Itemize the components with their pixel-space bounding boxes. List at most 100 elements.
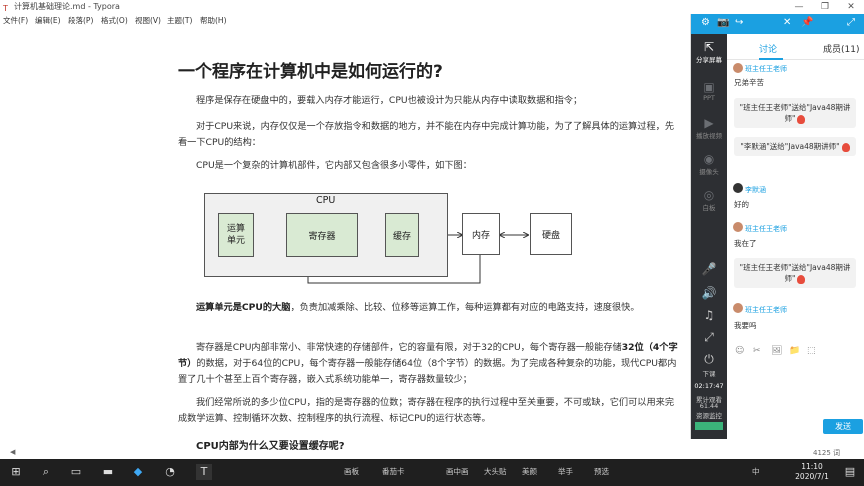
live-class-panel: ⚙ 📷 ↪ ✕ 📌 ⤢ ⇱ 分享屏幕 ▣ PPT ▶ 播放视频 ◉ 摄像头 ◎ … xyxy=(690,14,864,439)
folder-icon[interactable]: 📁 xyxy=(789,346,800,356)
stats-value: 61.44 xyxy=(699,402,719,410)
toolbar-tomato-card[interactable]: 番茄卡 xyxy=(382,466,405,477)
play-video-button[interactable]: ▶ 播放视频 xyxy=(691,116,727,140)
doc-paragraph-4: 运算单元是CPU的大脑，负责加减乘除、比较、位移等运算工作，每种运算都有对应的电… xyxy=(178,300,683,316)
close-button[interactable]: ✕ xyxy=(838,0,864,14)
word-count[interactable]: 4125 词 xyxy=(813,448,840,458)
fullscreen-icon[interactable]: ⤢ xyxy=(691,330,727,345)
menu-paragraph[interactable]: 段落(P) xyxy=(68,14,93,27)
clock-date: 2020/7/1 xyxy=(795,472,829,481)
exit-icon[interactable]: ↪ xyxy=(735,17,743,28)
resource-monitor-label[interactable]: 资源监控 xyxy=(691,410,727,420)
active-tab-indicator xyxy=(759,58,783,60)
alu-bold-text: 运算单元是CPU的大脑 xyxy=(196,302,291,313)
cache-box: 缓存 xyxy=(385,213,419,257)
input-language[interactable]: 中 xyxy=(752,466,760,477)
resource-meter xyxy=(695,422,723,430)
menu-file[interactable]: 文件(F) xyxy=(3,14,28,27)
whiteboard-button[interactable]: ◎ 白板 xyxy=(691,188,727,212)
taskbar: ⊞ ⌕ ▭ ▬ ◆ ◔ T 画板 番茄卡 画中画 大头贴 美颜 举手 预选 中 … xyxy=(0,459,864,486)
menu-view[interactable]: 视图(V) xyxy=(135,14,161,27)
send-button[interactable]: 发送 xyxy=(823,419,863,434)
ppt-button[interactable]: ▣ PPT xyxy=(691,80,727,102)
gift-notification: "李默涵"送给"Java48期讲师" xyxy=(734,137,856,156)
disk-box: 硬盘 xyxy=(530,213,572,255)
menu-help[interactable]: 帮助(H) xyxy=(200,14,227,27)
emoji-icon[interactable]: ☺ xyxy=(735,346,744,356)
music-icon[interactable]: ♫ xyxy=(691,308,727,322)
menu-edit[interactable]: 编辑(E) xyxy=(35,14,61,27)
speaker-icon[interactable]: 🔊 xyxy=(691,286,727,300)
share-screen-label: 分享屏幕 xyxy=(696,56,722,64)
avatar xyxy=(733,63,743,73)
toolbar-raise-hand[interactable]: 举手 xyxy=(558,466,573,477)
message-text: 我在了 xyxy=(734,239,757,248)
status-bar: ◀ 4125 词 xyxy=(0,447,864,459)
tab-discussion[interactable]: 讨论 xyxy=(759,42,777,55)
windows-start-icon[interactable]: ⊞ xyxy=(8,464,24,480)
document-area[interactable]: 一个程序在计算机中是如何运行的? 程序是保存在硬盘中的，要载入内存才能运行，CP… xyxy=(160,27,690,462)
avatar xyxy=(733,303,743,313)
doc-paragraph-1: 程序是保存在硬盘中的，要载入内存才能运行，CPU也被设计为只能从内存中读取数据和… xyxy=(196,95,583,106)
toolbar-preselect[interactable]: 预选 xyxy=(594,466,609,477)
clock-time: 11:10 xyxy=(801,462,823,471)
message-sender: 李默涵 xyxy=(745,186,766,194)
image-icon[interactable]: 🖼 xyxy=(771,346,782,356)
gift-text: "班主任王老师"送给"Java48期讲师" xyxy=(739,103,851,123)
camera-icon[interactable]: 📷 xyxy=(717,17,729,28)
expand-icon[interactable]: ⤢ xyxy=(847,17,855,28)
end-class-icon[interactable]: ⏻ xyxy=(691,352,727,367)
minimize-button[interactable]: — xyxy=(786,0,812,14)
share-screen-button[interactable]: ⇱ 分享屏幕 xyxy=(691,40,727,64)
doc-paragraph-2: 对于CPU来说，内存仅仅是一个存放指令和数据的地方，并不能在内存中完成计算功能，… xyxy=(178,121,675,148)
toolbar-drawing-board[interactable]: 画板 xyxy=(344,466,359,477)
memory-box: 内存 xyxy=(462,213,500,255)
register-text-b: 的数据，对于64位的CPU，每个寄存器一般能存储64位（8个字节）的数据。为了完… xyxy=(178,358,677,385)
task-view-icon[interactable]: ▭ xyxy=(68,464,84,480)
notification-icon[interactable]: ▤ xyxy=(842,464,858,480)
maximize-button[interactable]: ❐ xyxy=(812,0,838,14)
typora-taskbar-icon[interactable]: T xyxy=(196,464,212,480)
menu-format[interactable]: 格式(O) xyxy=(101,14,128,27)
microphone-icon[interactable]: 🎤 xyxy=(691,262,727,276)
gift-notification: "班主任王老师"送给"Java48期讲师" xyxy=(734,98,856,128)
message-sender: 班主任王老师 xyxy=(745,225,787,233)
panel-tabs: 讨论 成员(11) xyxy=(727,34,864,60)
close-panel-icon[interactable]: ✕ xyxy=(783,17,791,28)
clock[interactable]: 11:10 2020/7/1 xyxy=(792,462,832,482)
menu-theme[interactable]: 主题(T) xyxy=(167,14,192,27)
settings-icon[interactable]: ⚙ xyxy=(701,17,710,28)
gift-text: "班主任王老师"送给"Java48期讲师" xyxy=(739,263,851,283)
panel-toolbar: ⚙ 📷 ↪ ✕ 📌 ⤢ xyxy=(691,14,864,34)
webcam-button[interactable]: ◉ 摄像头 xyxy=(691,152,727,176)
outline-toggle-icon[interactable]: ◀ xyxy=(10,448,15,456)
chat-list[interactable]: 班主任王老师 兄弟辛苦 "班主任王老师"送给"Java48期讲师" "李默涵"送… xyxy=(727,61,864,346)
end-class-label[interactable]: 下课 xyxy=(691,368,727,378)
gift-text: "李默涵"送给"Java48期讲师" xyxy=(740,142,840,151)
register-box: 寄存器 xyxy=(286,213,358,257)
ppt-icon: ▣ xyxy=(703,80,715,94)
doc-paragraph-3: CPU是一个复杂的计算机部件，它内部又包含很多小零件，如下图： xyxy=(196,160,472,171)
search-icon[interactable]: ⌕ xyxy=(38,464,54,480)
app-diamond-icon[interactable]: ◆ xyxy=(130,464,146,480)
doc-paragraph-6: 我们经常所说的多少位CPU，指的是寄存器的位数；寄存器在程序的执行过程中至关重要… xyxy=(178,397,675,424)
toolbar-beauty[interactable]: 美颜 xyxy=(522,466,537,477)
file-explorer-icon[interactable]: ▬ xyxy=(100,464,116,480)
scissors-icon[interactable]: ✂ xyxy=(753,346,761,356)
cpu-label: CPU xyxy=(316,195,336,206)
doc-paragraph-5: 寄存器是CPU内部非常小、非常快速的存储部件，它的容量有限，对于32的CPU，每… xyxy=(178,340,683,388)
pin-icon[interactable]: 📌 xyxy=(801,17,813,28)
message-text: 我要吗 xyxy=(734,321,757,330)
screenshot-icon[interactable]: ⬚ xyxy=(807,346,816,356)
app-circle-icon[interactable]: ◔ xyxy=(162,464,178,480)
class-timer: 02:17:47 xyxy=(694,382,724,390)
toolbar-photo-sticker[interactable]: 大头贴 xyxy=(484,466,507,477)
message-sender: 班主任王老师 xyxy=(745,306,787,314)
chat-input[interactable] xyxy=(727,362,864,417)
register-text-a: 寄存器是CPU内部非常小、非常快速的存储部件，它的容量有限，对于32的CPU，每… xyxy=(196,342,622,353)
avatar xyxy=(733,183,743,193)
toolbar-picture-in-picture[interactable]: 画中画 xyxy=(446,466,469,477)
avatar xyxy=(733,222,743,232)
gift-icon xyxy=(797,114,806,124)
tab-members[interactable]: 成员(11) xyxy=(823,42,859,55)
